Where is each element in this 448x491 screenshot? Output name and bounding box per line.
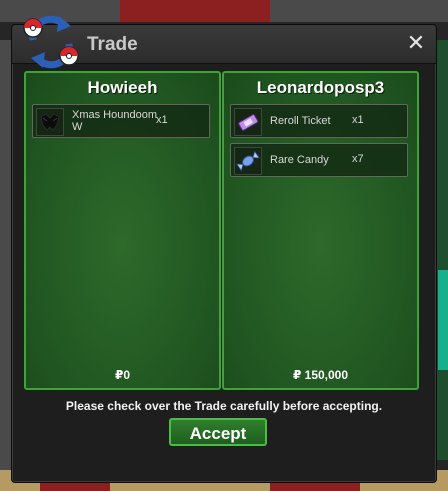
right-player-name: Leonardoposp3 <box>256 78 385 97</box>
left-trade-panel: Howieeh Xmas Houndoom W x1 ₽0 <box>24 71 221 390</box>
trade-item[interactable]: Rare Candy x7 <box>230 143 408 177</box>
item-quantity: x1 <box>156 114 168 126</box>
item-quantity: x7 <box>352 153 364 165</box>
trade-dialog: Trade ✕ Howieeh Xmas Houndoom W x1 ₽0 Le… <box>11 15 437 483</box>
trade-item[interactable]: Reroll Ticket x1 <box>230 104 408 138</box>
candy-icon <box>234 147 262 175</box>
right-money-offer: ₽ 150,000 <box>292 368 349 382</box>
item-name: Rare Candy <box>270 154 329 166</box>
item-name: Reroll Ticket <box>270 115 331 127</box>
window-title: Trade <box>87 34 138 55</box>
accept-button[interactable]: Accept <box>169 418 267 446</box>
right-trade-panel: Leonardoposp3 Reroll Ticket x1 Rare Cand… <box>222 71 419 390</box>
close-button[interactable]: ✕ <box>406 32 426 54</box>
trade-notice: Please check over the Trade carefully be… <box>65 399 383 413</box>
item-quantity: x1 <box>352 114 364 126</box>
ticket-icon <box>234 108 262 136</box>
trade-item[interactable]: Xmas Houndoom W x1 <box>32 104 210 138</box>
trade-logo-icon <box>23 15 79 69</box>
left-player-name: Howieeh <box>87 78 158 97</box>
houndoom-costume-icon <box>36 108 64 136</box>
left-money-offer: ₽0 <box>114 368 131 382</box>
item-name: Xmas Houndoom W <box>72 109 157 133</box>
